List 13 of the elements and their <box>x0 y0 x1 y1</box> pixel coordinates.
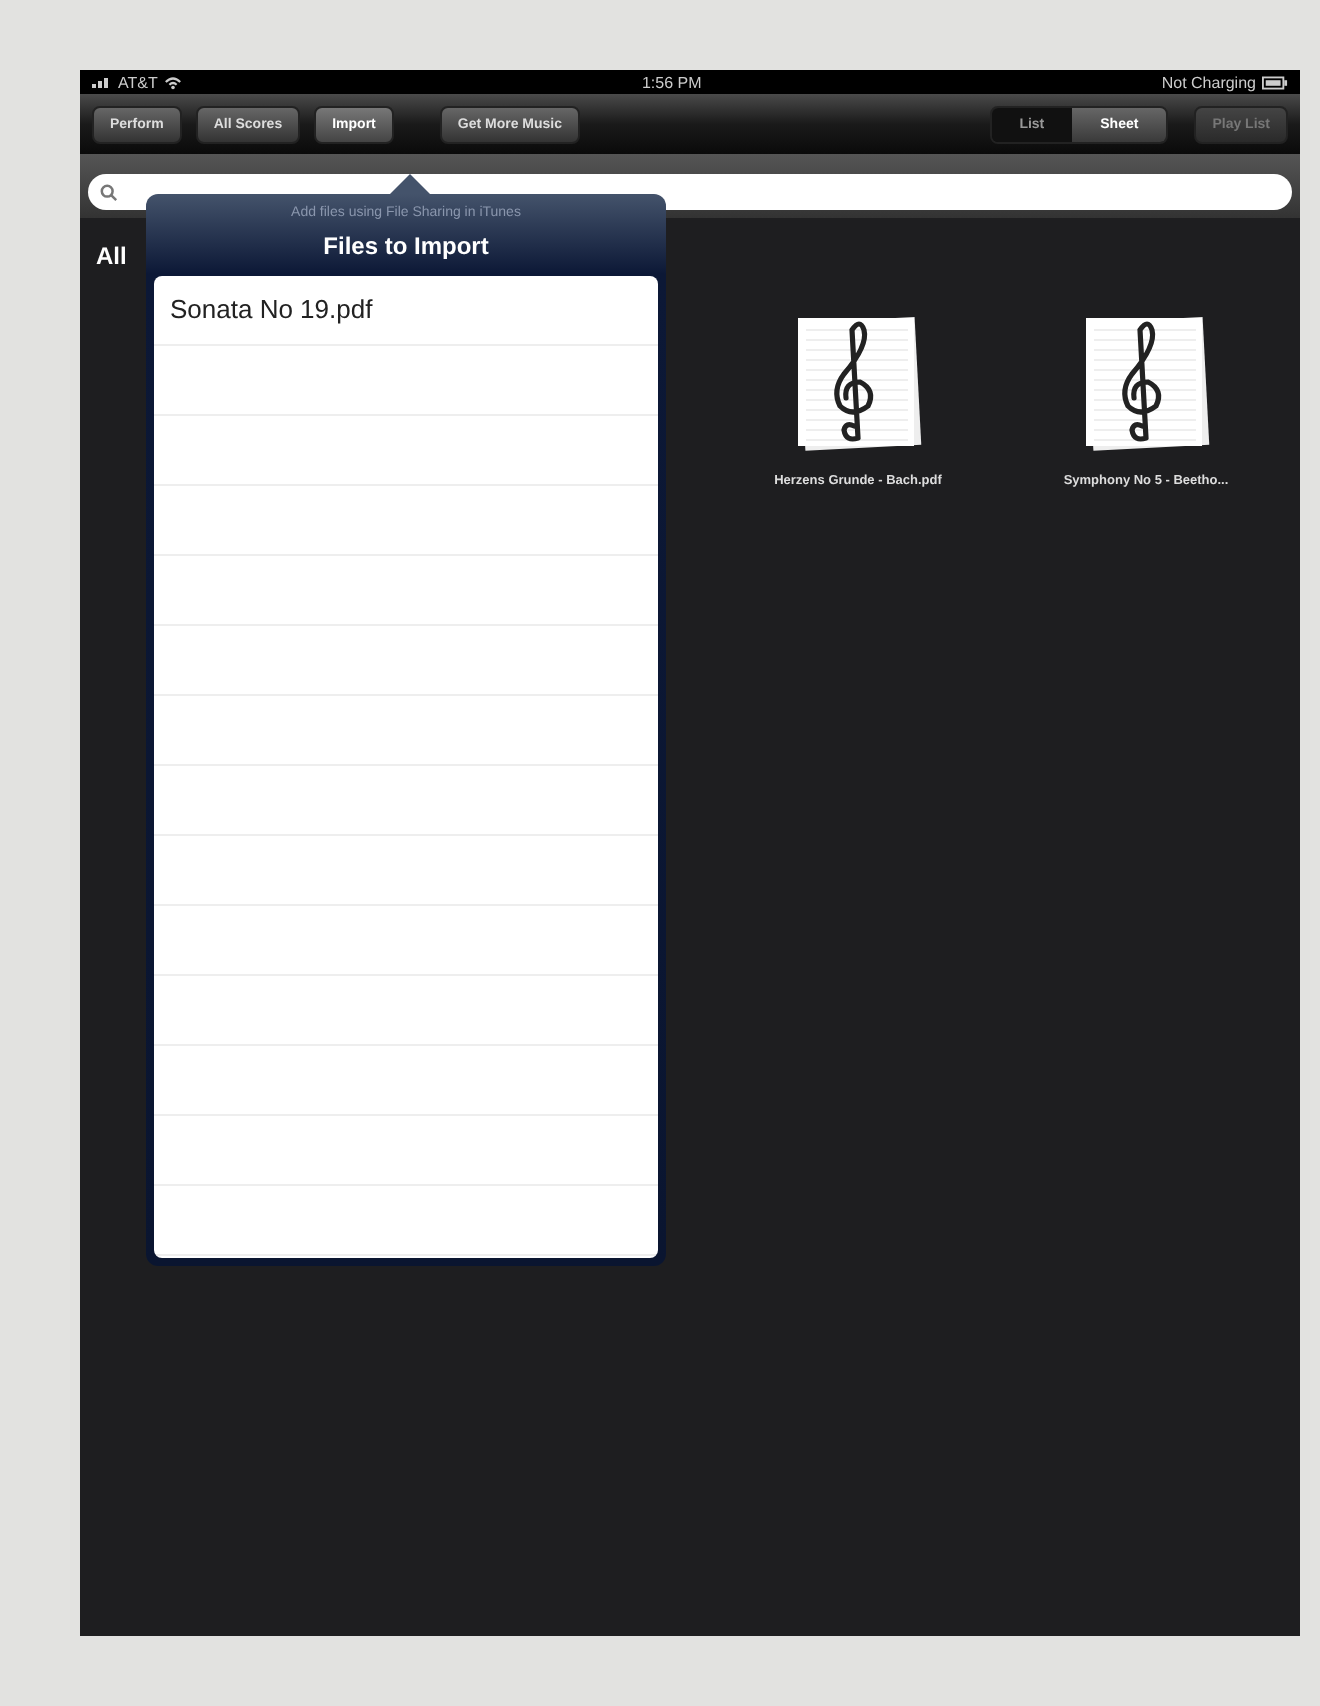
wifi-icon <box>163 75 182 89</box>
search-icon <box>100 183 118 201</box>
signal-icon <box>92 76 112 88</box>
popover-title: Files to Import <box>323 232 489 260</box>
sheet-music-icon <box>792 314 924 454</box>
clock-label: 1:56 PM <box>641 73 702 91</box>
popover-arrow <box>390 174 430 194</box>
sheet-music-icon <box>1080 314 1212 454</box>
carrier-label: AT&T <box>118 73 158 91</box>
battery-status: Not Charging <box>1161 73 1256 91</box>
section-title: All <box>96 242 127 270</box>
battery-icon <box>1261 75 1288 89</box>
file-row[interactable]: Sonata No 19.pdf <box>154 276 658 346</box>
